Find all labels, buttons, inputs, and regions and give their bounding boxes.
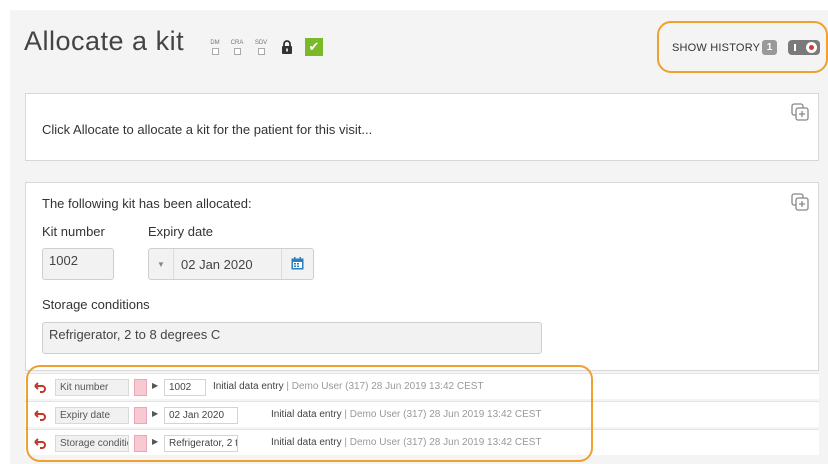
history-meta: | Demo User (317) 28 Jun 2019 13:42 CEST (341, 437, 542, 448)
copy-add-icon[interactable] (791, 103, 809, 121)
role-dm-box[interactable] (211, 48, 219, 55)
show-history-label: SHOW HISTORY (672, 42, 761, 54)
history-flag-swatch (134, 435, 147, 452)
history-field-tag: Storage conditions (55, 435, 129, 452)
history-count-badge: 1 (762, 40, 777, 55)
toggle-on-mark (794, 44, 796, 51)
divider (173, 249, 174, 279)
date-dropdown-icon[interactable]: ▼ (157, 260, 165, 269)
history-meta: | Demo User (317) 28 Jun 2019 13:42 CEST (341, 409, 542, 420)
role-cra-checkbox[interactable]: CRA (227, 40, 247, 55)
history-row: Storage conditions ▶ Refrigerator, 2 to … (25, 429, 819, 455)
kit-number-label: Kit number (42, 224, 105, 239)
arrow-right-icon: ▶ (152, 409, 159, 418)
undo-icon[interactable] (33, 380, 46, 393)
allocated-heading: The following kit has been allocated: (42, 196, 252, 211)
lock-icon[interactable] (281, 40, 293, 54)
history-entry: Initial data entry | Demo User (317) 28 … (271, 409, 542, 420)
copy-add-icon[interactable] (791, 193, 809, 211)
instruction-text: Click Allocate to allocate a kit for the… (42, 122, 373, 137)
history-flag-swatch (134, 407, 147, 424)
history-value: 1002 (164, 379, 206, 396)
history-row: Expiry date ▶ 02 Jan 2020 Initial data e… (25, 401, 819, 427)
role-cra-box[interactable] (233, 48, 241, 55)
history-row: Kit number ▶ 1002 Initial data entry | D… (25, 373, 819, 399)
role-dm-label: DM (210, 40, 220, 46)
expiry-date-field[interactable]: ▼ 02 Jan 2020 (148, 248, 314, 280)
expiry-date-label: Expiry date (148, 224, 214, 239)
toggle-knob (806, 42, 817, 53)
undo-icon[interactable] (33, 408, 46, 421)
role-cra-label: CRA (230, 40, 244, 46)
history-action: Initial data entry (213, 381, 284, 392)
role-sdv-checkbox[interactable]: SDV (251, 40, 271, 55)
role-dm-checkbox[interactable]: DM (205, 40, 225, 55)
expiry-date-value: 02 Jan 2020 (181, 257, 253, 272)
verified-check-icon[interactable]: ✔ (305, 38, 323, 56)
divider (281, 249, 282, 279)
page-title: Allocate a kit (24, 26, 185, 56)
history-field-tag: Expiry date (55, 407, 129, 424)
arrow-right-icon: ▶ (152, 381, 159, 390)
storage-conditions-label: Storage conditions (42, 297, 150, 312)
history-action: Initial data entry (271, 437, 342, 448)
history-field-tag: Kit number (55, 379, 129, 396)
storage-conditions-field[interactable]: Refrigerator, 2 to 8 degrees C (42, 322, 542, 354)
role-sdv-box[interactable] (257, 48, 265, 55)
history-value: Refrigerator, 2 to 8 degrees C (164, 435, 238, 452)
kit-number-field[interactable]: 1002 (42, 248, 114, 280)
undo-icon[interactable] (33, 436, 46, 449)
show-history-toggle[interactable] (788, 40, 820, 55)
calendar-icon[interactable] (291, 257, 304, 270)
history-entry: Initial data entry | Demo User (317) 28 … (213, 381, 484, 392)
history-action: Initial data entry (271, 409, 342, 420)
history-flag-swatch (134, 379, 147, 396)
arrow-right-icon: ▶ (152, 437, 159, 446)
history-value: 02 Jan 2020 (164, 407, 238, 424)
role-sdv-label: SDV (254, 40, 268, 46)
history-meta: | Demo User (317) 28 Jun 2019 13:42 CEST (283, 381, 484, 392)
history-entry: Initial data entry | Demo User (317) 28 … (271, 437, 542, 448)
